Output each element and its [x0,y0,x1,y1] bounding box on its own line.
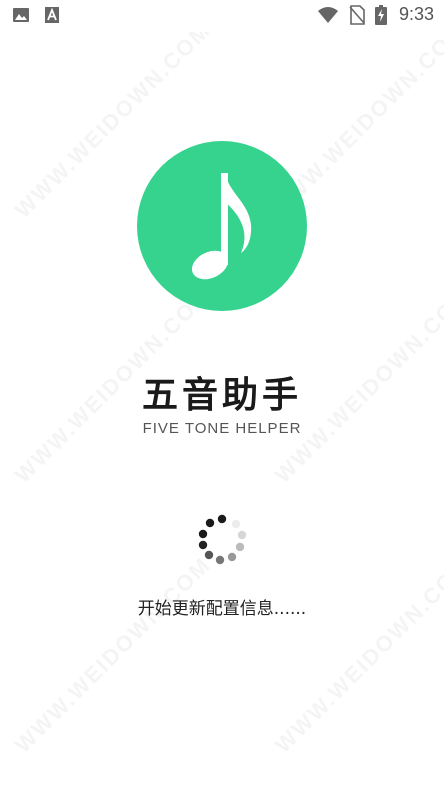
loading-status-text: 开始更新配置信息...... [137,599,307,619]
app-title: 五音助手 [141,375,302,416]
watermark-text: WWW.WEIDOWN.COM [10,552,216,758]
app-logo [137,141,307,311]
wifi-icon [317,6,339,24]
font-a-icon [44,6,60,24]
battery-charging-icon [374,4,387,25]
image-icon [12,6,30,24]
status-bar: 9:33 [0,0,444,32]
music-note-icon [191,173,252,280]
app-subtitle: FIVE TONE HELPER [142,420,302,437]
no-sim-icon [349,4,365,25]
loading-spinner-icon [198,514,247,565]
watermark-text: WWW.WEIDOWN.COM [270,552,444,758]
status-time: 9:33 [398,4,434,24]
